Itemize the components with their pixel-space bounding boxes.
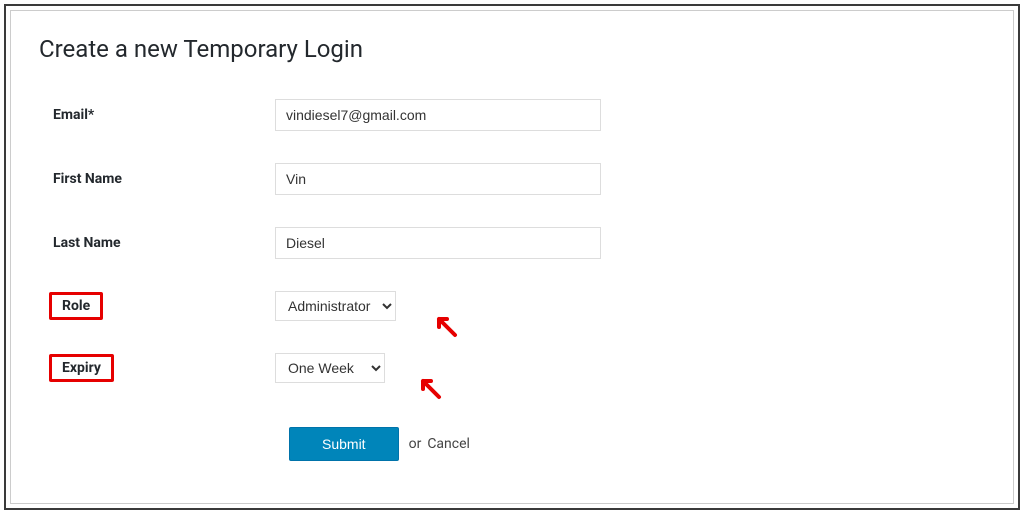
arrow-icon: [431, 311, 459, 343]
label-role: Role: [49, 292, 103, 320]
label-expiry: Expiry: [49, 354, 114, 382]
label-expiry-wrap: Expiry: [39, 354, 275, 382]
button-row: Submit or Cancel: [289, 427, 985, 461]
row-role: Role Administrator: [39, 291, 985, 321]
page-title: Create a new Temporary Login: [39, 35, 985, 63]
row-first-name: First Name: [39, 163, 985, 195]
label-email: Email*: [39, 107, 275, 123]
row-email: Email*: [39, 99, 985, 131]
label-last-name: Last Name: [39, 235, 275, 251]
arrow-icon: [415, 373, 443, 405]
last-name-field[interactable]: [275, 227, 601, 259]
cancel-link[interactable]: Cancel: [427, 436, 470, 452]
row-expiry: Expiry One Week: [39, 353, 985, 383]
email-field[interactable]: [275, 99, 601, 131]
form-panel: Create a new Temporary Login Email* Firs…: [10, 10, 1014, 504]
row-last-name: Last Name: [39, 227, 985, 259]
role-select[interactable]: Administrator: [275, 291, 396, 321]
expiry-select[interactable]: One Week: [275, 353, 385, 383]
label-first-name: First Name: [39, 171, 275, 187]
label-role-wrap: Role: [39, 292, 275, 320]
or-text: or: [409, 436, 422, 452]
submit-button[interactable]: Submit: [289, 427, 399, 461]
first-name-field[interactable]: [275, 163, 601, 195]
outer-frame: Create a new Temporary Login Email* Firs…: [4, 4, 1020, 510]
